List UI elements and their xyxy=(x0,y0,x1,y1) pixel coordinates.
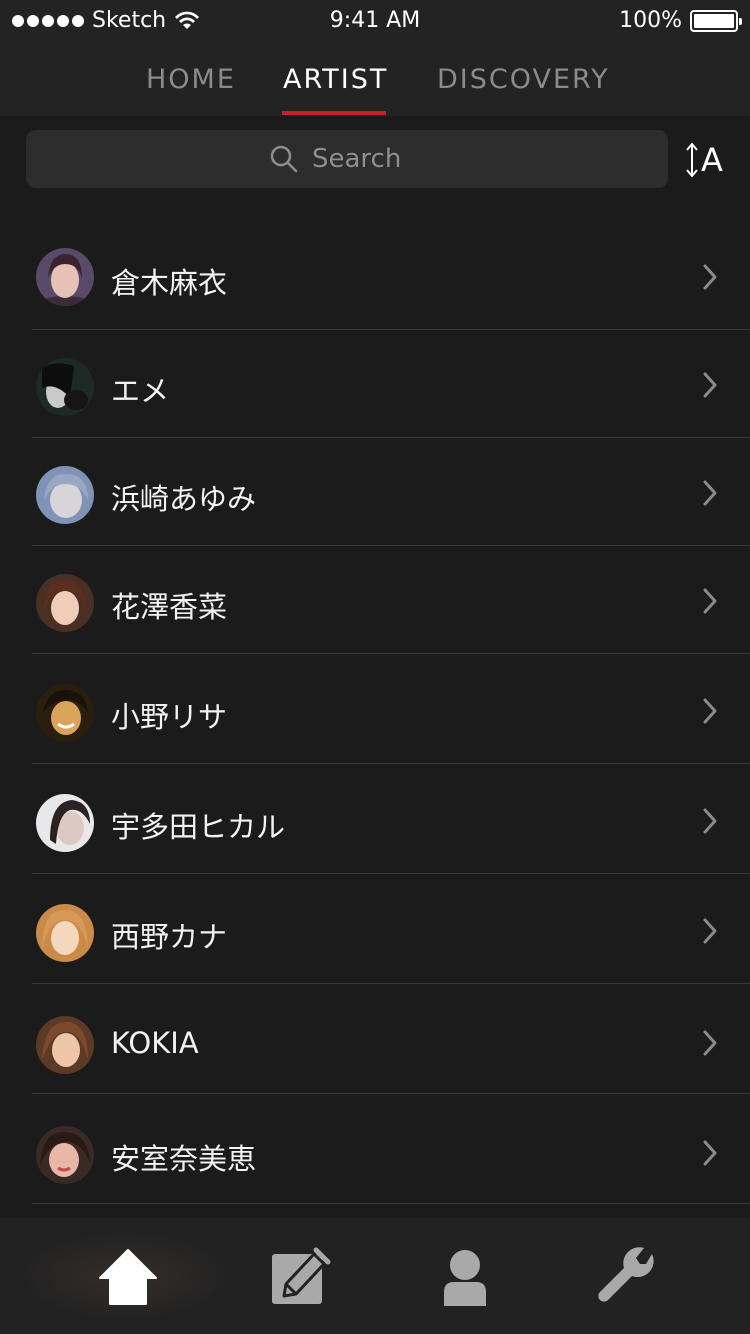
artist-name: 浜崎あゆみ xyxy=(111,482,257,516)
divider xyxy=(32,1203,750,1204)
avatar xyxy=(36,684,94,742)
avatar xyxy=(36,466,94,524)
status-bar: Sketch 9:41 AM 100% xyxy=(0,0,750,44)
list-item[interactable]: 花澤香菜 xyxy=(0,546,750,656)
top-tabs: HOME ARTIST DISCOVERY xyxy=(0,44,750,116)
avatar xyxy=(36,358,94,416)
search-input[interactable]: Search xyxy=(26,130,668,188)
avatar xyxy=(36,574,94,632)
tab-bar xyxy=(0,1218,750,1334)
artist-name: KOKIA xyxy=(111,1026,199,1060)
tab-artist[interactable]: ARTIST xyxy=(283,64,388,95)
avatar xyxy=(36,1016,94,1074)
chevron-right-icon xyxy=(703,1030,717,1056)
avatar xyxy=(36,248,94,306)
compose-icon[interactable] xyxy=(270,1246,332,1306)
battery-icon xyxy=(690,9,742,32)
search-placeholder: Search xyxy=(312,144,402,174)
chevron-right-icon xyxy=(703,918,717,944)
artist-name: 花澤香菜 xyxy=(111,590,228,624)
list-item[interactable]: 倉木麻衣 xyxy=(0,222,750,332)
status-right: 100% xyxy=(619,8,742,33)
wrench-icon[interactable] xyxy=(596,1246,658,1308)
search-icon xyxy=(270,145,298,173)
home-icon[interactable] xyxy=(98,1248,158,1306)
avatar xyxy=(36,904,94,962)
chevron-right-icon xyxy=(703,808,717,834)
artist-name: エメ xyxy=(111,374,170,408)
avatar xyxy=(36,1126,94,1184)
tab-home[interactable]: HOME xyxy=(146,64,236,95)
list-item[interactable]: KOKIA xyxy=(0,984,750,1094)
battery-percent: 100% xyxy=(619,8,682,33)
chevron-right-icon xyxy=(703,1140,717,1166)
tab-discovery[interactable]: DISCOVERY xyxy=(437,64,610,95)
list-item[interactable]: 西野カナ xyxy=(0,874,750,984)
artist-name: 倉木麻衣 xyxy=(111,266,228,300)
artist-name: 西野カナ xyxy=(111,920,228,954)
sort-button[interactable]: A xyxy=(685,140,735,180)
profile-icon[interactable] xyxy=(440,1248,490,1306)
list-item[interactable]: エメ xyxy=(0,330,750,440)
sort-arrow-icon xyxy=(686,142,698,178)
list-item[interactable]: 浜崎あゆみ xyxy=(0,438,750,548)
chevron-right-icon xyxy=(703,588,717,614)
chevron-right-icon xyxy=(703,372,717,398)
search-row: Search A xyxy=(0,116,750,216)
active-tab-indicator xyxy=(282,111,386,115)
artist-name: 宇多田ヒカル xyxy=(111,810,286,844)
list-item[interactable]: 宇多田ヒカル xyxy=(0,764,750,874)
avatar xyxy=(36,794,94,852)
list-item[interactable]: 小野リサ xyxy=(0,654,750,764)
search-placeholder-group: Search xyxy=(270,144,401,174)
chevron-right-icon xyxy=(703,698,717,724)
list-item[interactable]: 安室奈美恵 xyxy=(0,1094,750,1204)
sort-label: A xyxy=(701,141,723,179)
artist-name: 安室奈美恵 xyxy=(111,1142,257,1176)
chevron-right-icon xyxy=(703,264,717,290)
artist-name: 小野リサ xyxy=(111,700,228,734)
chevron-right-icon xyxy=(703,480,717,506)
